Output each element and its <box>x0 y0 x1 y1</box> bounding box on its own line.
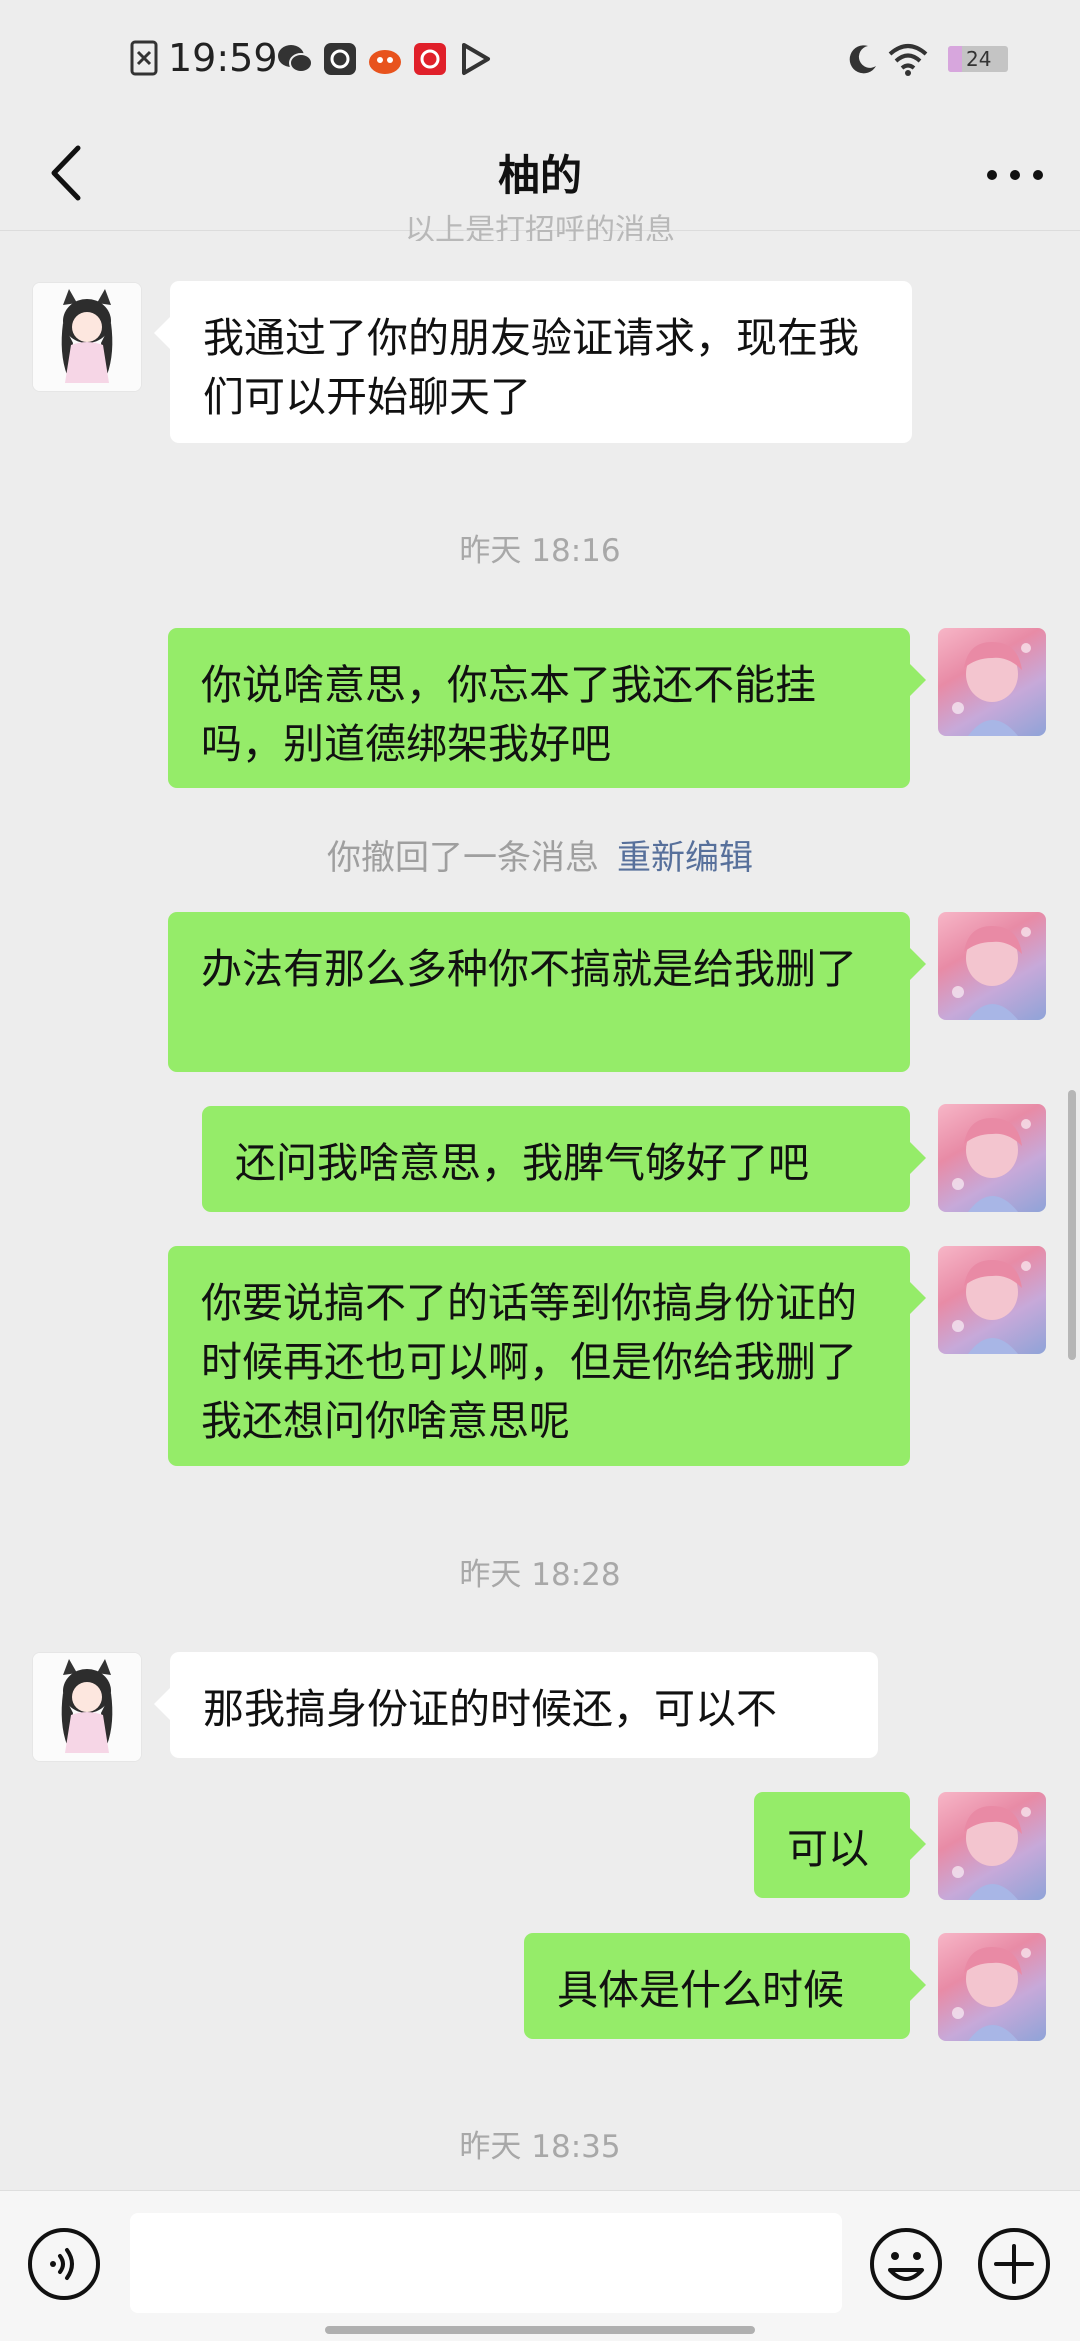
my-avatar[interactable] <box>938 1933 1046 2041</box>
voice-icon[interactable] <box>26 2226 102 2302</box>
message-input[interactable] <box>130 2213 842 2313</box>
moon-icon <box>849 45 876 74</box>
anime-girl-avatar-icon <box>33 1653 141 1761</box>
re-edit-link[interactable]: 重新编辑 <box>617 838 753 878</box>
my-avatar[interactable] <box>938 1246 1046 1354</box>
message-bubble-outgoing[interactable]: 可以 <box>754 1792 926 1898</box>
scrollbar[interactable] <box>1068 1090 1076 1360</box>
anime-girl-avatar-icon <box>952 926 1031 1020</box>
my-avatar[interactable] <box>938 1104 1046 1212</box>
app-icon <box>414 43 446 75</box>
anime-girl-avatar-icon <box>952 1118 1031 1212</box>
home-indicator[interactable] <box>325 2326 755 2334</box>
battery-level: 24 <box>966 47 992 71</box>
anime-girl-avatar-icon <box>952 642 1031 736</box>
message-bubble-outgoing[interactable]: 具体是什么时候 <box>524 1933 926 2039</box>
message-bubble-outgoing[interactable]: 办法有那么多种你不搞就是给我删了 <box>168 912 926 1072</box>
app-icon <box>369 50 401 74</box>
plus-icon[interactable] <box>976 2226 1052 2302</box>
message-bubble-outgoing[interactable]: 还问我啥意思，我脾气够好了吧 <box>202 1106 926 1212</box>
my-avatar[interactable] <box>938 1792 1046 1900</box>
app-icon <box>324 43 356 75</box>
battery-icon: 24 <box>948 46 1008 72</box>
recall-notice: 你撤回了一条消息 重新编辑 <box>0 830 1080 879</box>
timestamp: 昨天 18:16 <box>459 533 621 569</box>
anime-girl-avatar-icon <box>33 283 141 391</box>
anime-girl-avatar-icon <box>952 1260 1031 1354</box>
greeting-notice: 以上是打招呼的消息 <box>405 213 675 241</box>
timestamp: 昨天 18:35 <box>459 2129 621 2165</box>
play-icon <box>462 43 490 75</box>
wechat-icon <box>278 45 313 73</box>
more-icon[interactable] <box>980 140 1050 210</box>
sim-icon <box>130 40 158 76</box>
status-time: 19:59 <box>168 36 278 80</box>
contact-avatar[interactable] <box>32 1652 142 1762</box>
message-bubble-outgoing[interactable]: 你说啥意思，你忘本了我还不能挂吗，别道德绑架我好吧 <box>168 628 926 788</box>
anime-girl-avatar-icon <box>952 1947 1031 2041</box>
recall-text: 你撤回了一条消息 <box>327 838 599 878</box>
message-bubble-incoming[interactable]: 我通过了你的朋友验证请求，现在我们可以开始聊天了 <box>154 281 912 443</box>
message-bubble-incoming[interactable]: 那我搞身份证的时候还，可以不 <box>154 1652 878 1758</box>
wifi-icon <box>888 44 928 76</box>
my-avatar[interactable] <box>938 628 1046 736</box>
anime-girl-avatar-icon <box>952 1806 1031 1900</box>
contact-avatar[interactable] <box>32 282 142 392</box>
status-bar: 19:59 24 <box>0 0 1080 120</box>
my-avatar[interactable] <box>938 912 1046 1020</box>
timestamp: 昨天 18:28 <box>459 1557 621 1593</box>
page-title: 柚的 <box>497 151 582 200</box>
emoji-icon[interactable] <box>868 2226 944 2302</box>
message-bubble-outgoing[interactable]: 你要说搞不了的话等到你搞身份证的时候再还也可以啊，但是你给我删了我还想问你啥意思… <box>168 1246 926 1466</box>
input-bar <box>0 2190 1080 2341</box>
